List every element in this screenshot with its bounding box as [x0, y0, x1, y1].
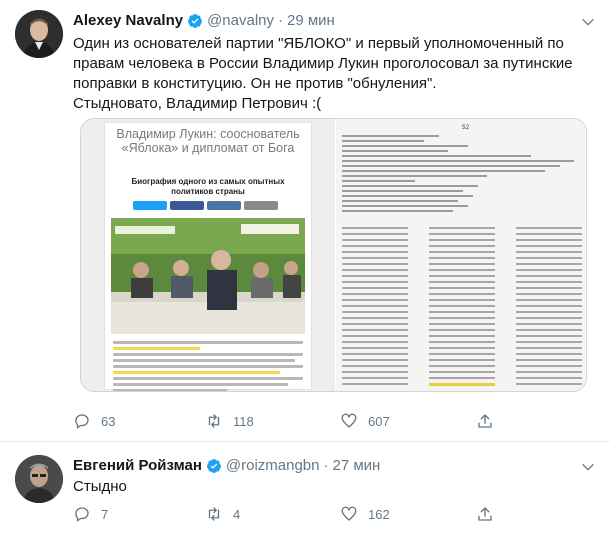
conference-photo [111, 218, 305, 334]
document-page-number: 52 [462, 124, 470, 131]
reply-button[interactable]: 7 [73, 505, 108, 523]
tweet-text: Стыдно [73, 478, 127, 495]
share-button-vk [207, 201, 241, 210]
chevron-down-icon[interactable] [580, 459, 596, 475]
retweet-icon [208, 507, 220, 521]
timestamp[interactable]: 29 мин [287, 12, 335, 29]
retweet-button[interactable]: 4 [205, 505, 240, 523]
avatar[interactable] [15, 10, 63, 58]
article-photo [111, 218, 305, 334]
tweet-header: Евгений Ройзман @roizmangbn · 27 мин [73, 457, 380, 474]
retweet-count: 118 [233, 413, 254, 429]
chevron-down-icon[interactable] [580, 14, 596, 30]
like-icon [341, 413, 357, 428]
share-icon [478, 507, 492, 521]
share-button[interactable] [476, 505, 494, 523]
tweet-text: Один из основателей партии "ЯБЛОКО" и пе… [73, 35, 573, 112]
retweet-count: 4 [233, 506, 241, 522]
article-share-buttons [133, 201, 278, 210]
like-button[interactable]: 607 [340, 412, 390, 430]
tweet-roizman[interactable]: Евгений Ройзман @roizmangbn · 27 мин Сты… [0, 443, 610, 534]
like-count: 607 [368, 413, 390, 429]
author-name[interactable]: Alexey Navalny [73, 12, 183, 29]
like-icon [341, 506, 357, 521]
author-handle[interactable]: @roizmangbn [226, 457, 320, 474]
media-image-article[interactable]: Владимир Лукин: сооснователь «Яблока» и … [81, 119, 335, 391]
share-button-twitter [133, 201, 167, 210]
article-page: Владимир Лукин: сооснователь «Яблока» и … [105, 123, 311, 391]
article-subtitle: Биография одного из самых опытных полити… [131, 177, 285, 196]
reply-count: 7 [101, 506, 109, 522]
share-button-email [244, 201, 278, 210]
tweet-media[interactable]: Владимир Лукин: сооснователь «Яблока» и … [80, 118, 587, 392]
reply-button[interactable]: 63 [73, 412, 115, 430]
article-title: Владимир Лукин: сооснователь «Яблока» и … [116, 127, 300, 155]
timestamp[interactable]: 27 мин [333, 457, 381, 474]
like-count: 162 [368, 506, 390, 522]
reply-count: 63 [101, 413, 116, 429]
retweet-icon [208, 414, 220, 428]
verified-badge-icon [188, 13, 203, 28]
avatar-photo [15, 10, 63, 58]
document-header-lines [342, 135, 584, 215]
avatar[interactable] [15, 455, 63, 503]
media-image-vote-record[interactable]: 52 [336, 119, 586, 391]
reply-icon [75, 414, 89, 429]
reply-icon [75, 507, 89, 522]
retweet-button[interactable]: 118 [205, 412, 254, 430]
share-icon [478, 414, 492, 428]
document-vote-table [342, 227, 582, 390]
article-body-lines [113, 341, 303, 391]
author-handle[interactable]: @navalny [207, 12, 274, 29]
tweet-header: Alexey Navalny @navalny · 29 мин [73, 12, 335, 29]
separator-dot: · [323, 457, 329, 474]
share-button[interactable] [476, 412, 494, 430]
avatar-photo [15, 455, 63, 503]
author-name[interactable]: Евгений Ройзман [73, 457, 202, 474]
share-button-facebook [170, 201, 204, 210]
verified-badge-icon [206, 458, 221, 473]
tweet-navalny[interactable]: Alexey Navalny @navalny · 29 мин Один из… [0, 0, 610, 442]
like-button[interactable]: 162 [340, 505, 390, 523]
separator-dot: · [278, 12, 284, 29]
